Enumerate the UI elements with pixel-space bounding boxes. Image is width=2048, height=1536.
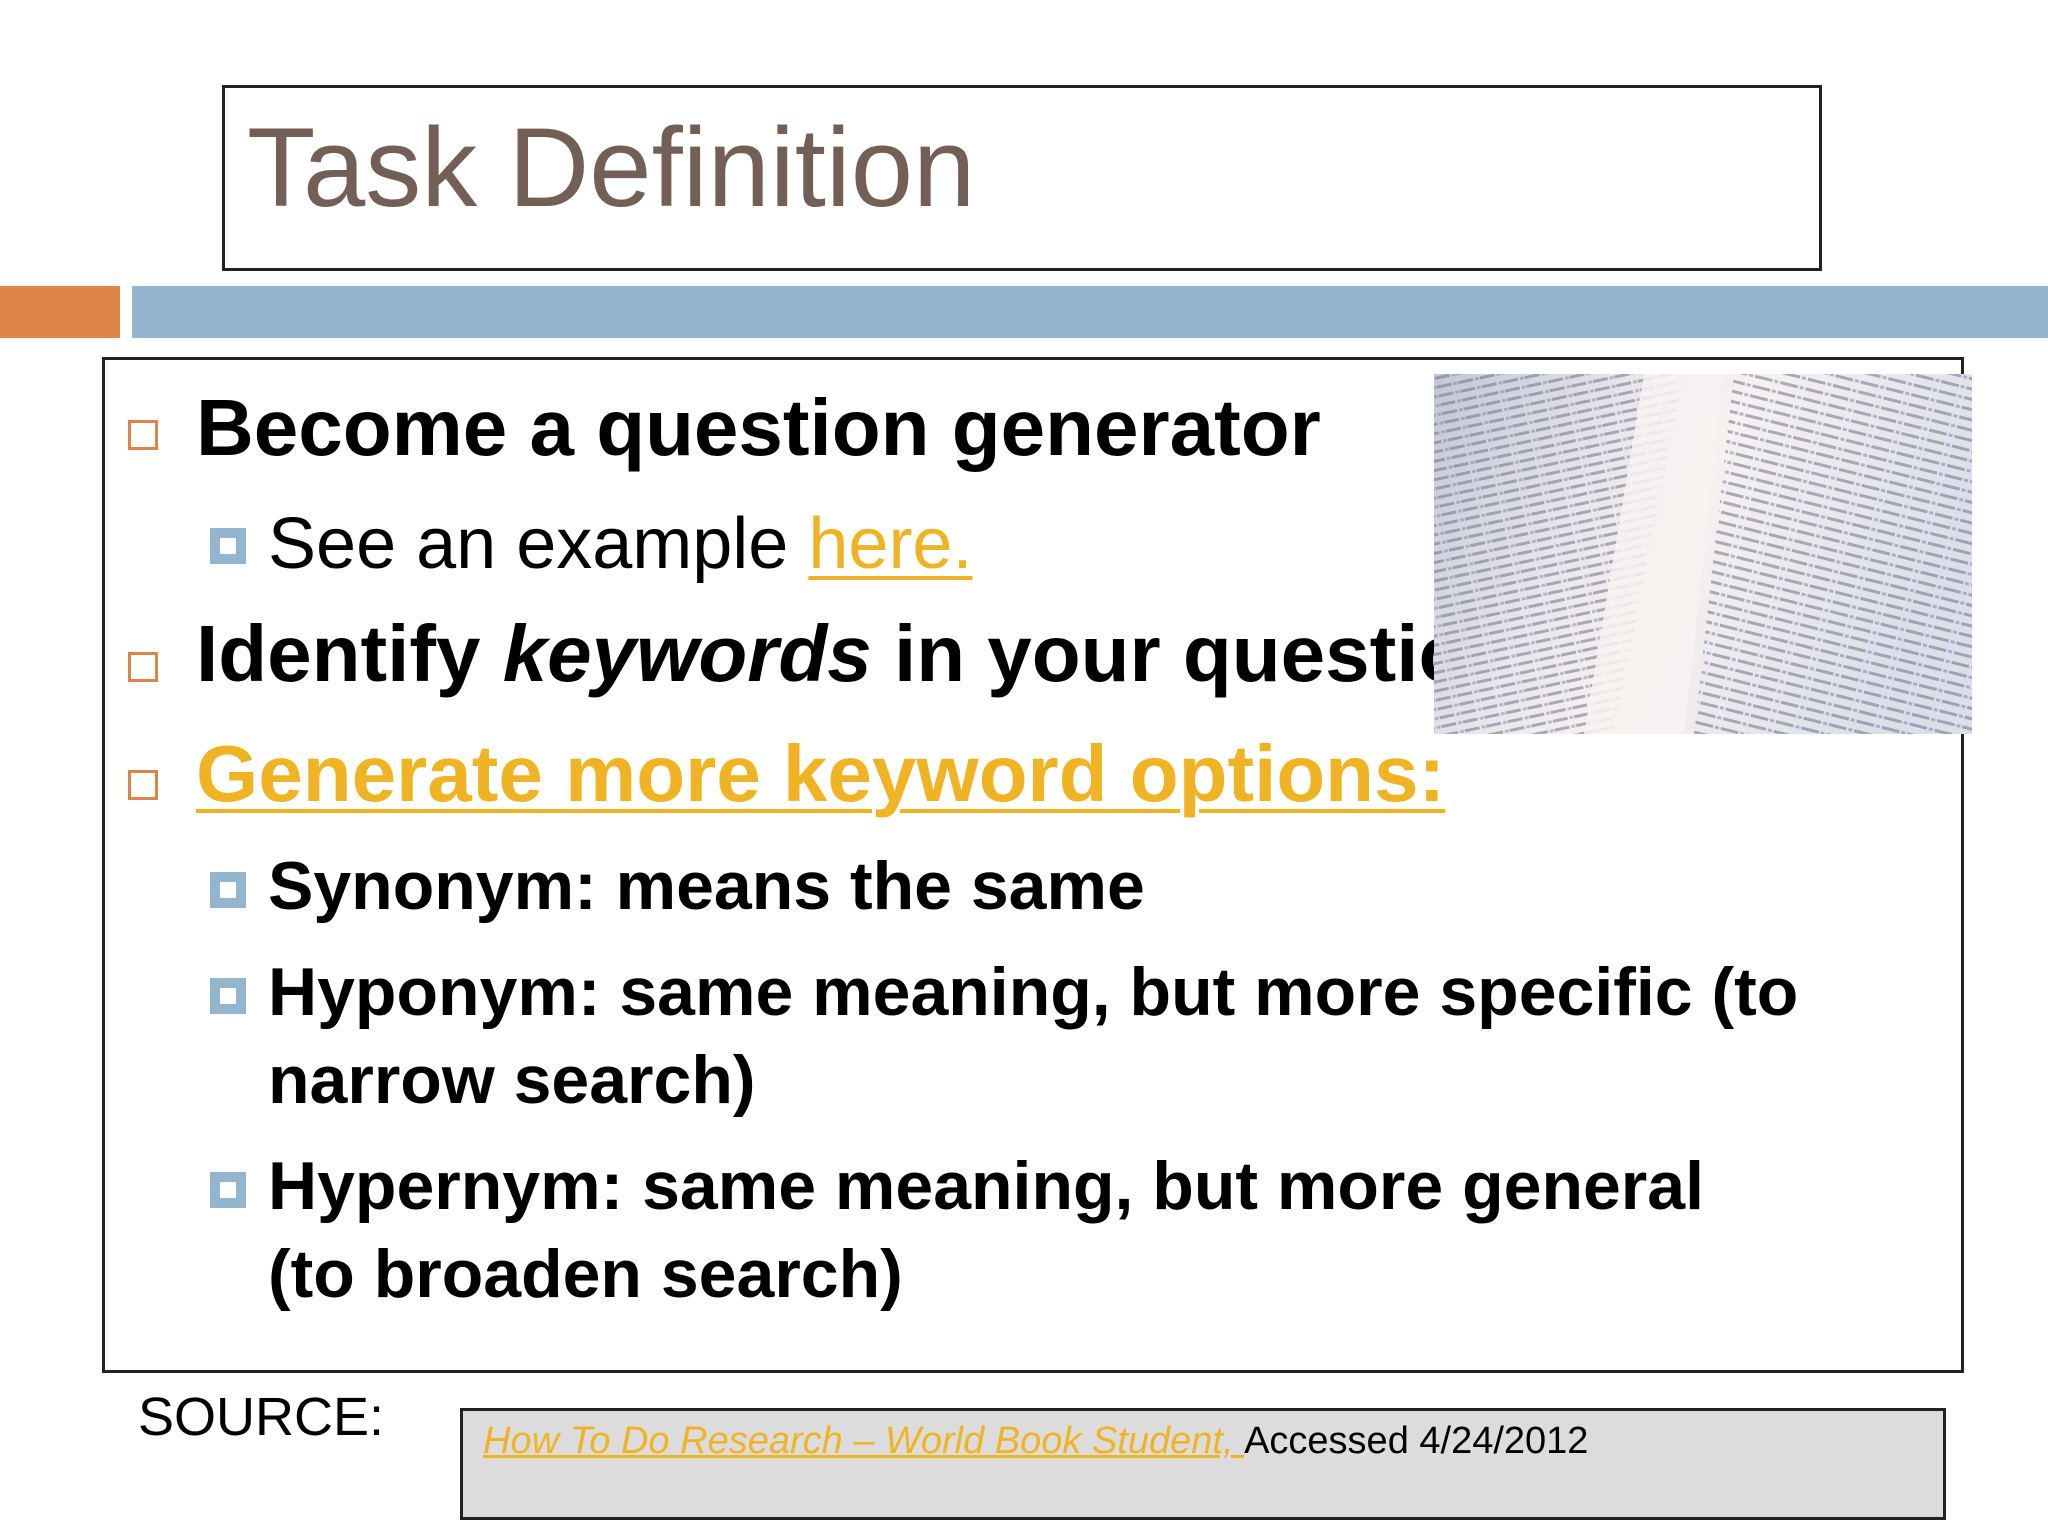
sub-bullet-square-icon: [210, 872, 246, 908]
bullet-question-generator: Become a question generator: [196, 383, 1321, 472]
sub-bullet-square-icon: [210, 528, 246, 564]
sub-bullet-synonym: Synonym: means the same: [268, 848, 1145, 924]
source-link[interactable]: How To Do Research – World Book Student,: [483, 1420, 1244, 1462]
sub-bullet-hypernym-line1: Hypernym: same meaning, but more general: [268, 1148, 1704, 1224]
identify-prefix: Identify: [196, 609, 503, 698]
keywords-emphasis: keywords: [502, 609, 872, 698]
sub-bullet-example: See an example here.: [268, 508, 972, 580]
generate-keyword-options-link[interactable]: Generate more keyword options:: [196, 729, 1445, 818]
bullet-generate-options: Generate more keyword options:: [196, 734, 1445, 814]
bullet-square-icon: [128, 652, 158, 682]
source-citation: How To Do Research – World Book Student,…: [483, 1420, 1589, 1463]
sub-bullet-hyponym-line2: narrow search): [268, 1042, 756, 1118]
example-here-link[interactable]: here.: [808, 504, 972, 584]
bullet-square-icon: [128, 770, 158, 800]
source-box: How To Do Research – World Book Student,…: [460, 1408, 1946, 1520]
bullet-square-icon: [128, 420, 158, 450]
slide-title: Task Definition: [247, 105, 976, 230]
dictionary-photo: [1434, 374, 1972, 734]
accent-bar-blue: [132, 286, 2048, 338]
source-accessed: Accessed 4/24/2012: [1244, 1420, 1589, 1462]
sub-bullet-hypernym-line2: (to broaden search): [268, 1236, 903, 1312]
identify-suffix: in your question: [871, 609, 1517, 698]
sub-bullet-hyponym-line1: Hyponym: same meaning, but more specific…: [268, 954, 1799, 1030]
title-box: Task Definition: [222, 85, 1822, 271]
sub-bullet-square-icon: [210, 978, 246, 1014]
slide: Task Definition Become a question genera…: [0, 0, 2048, 1536]
sub-bullet-square-icon: [210, 1172, 246, 1208]
source-label: SOURCE:: [138, 1387, 385, 1447]
accent-bar-orange: [0, 286, 120, 338]
example-prefix: See an example: [268, 504, 809, 584]
bullet-identify-keywords: Identify keywords in your question: [196, 614, 1516, 694]
